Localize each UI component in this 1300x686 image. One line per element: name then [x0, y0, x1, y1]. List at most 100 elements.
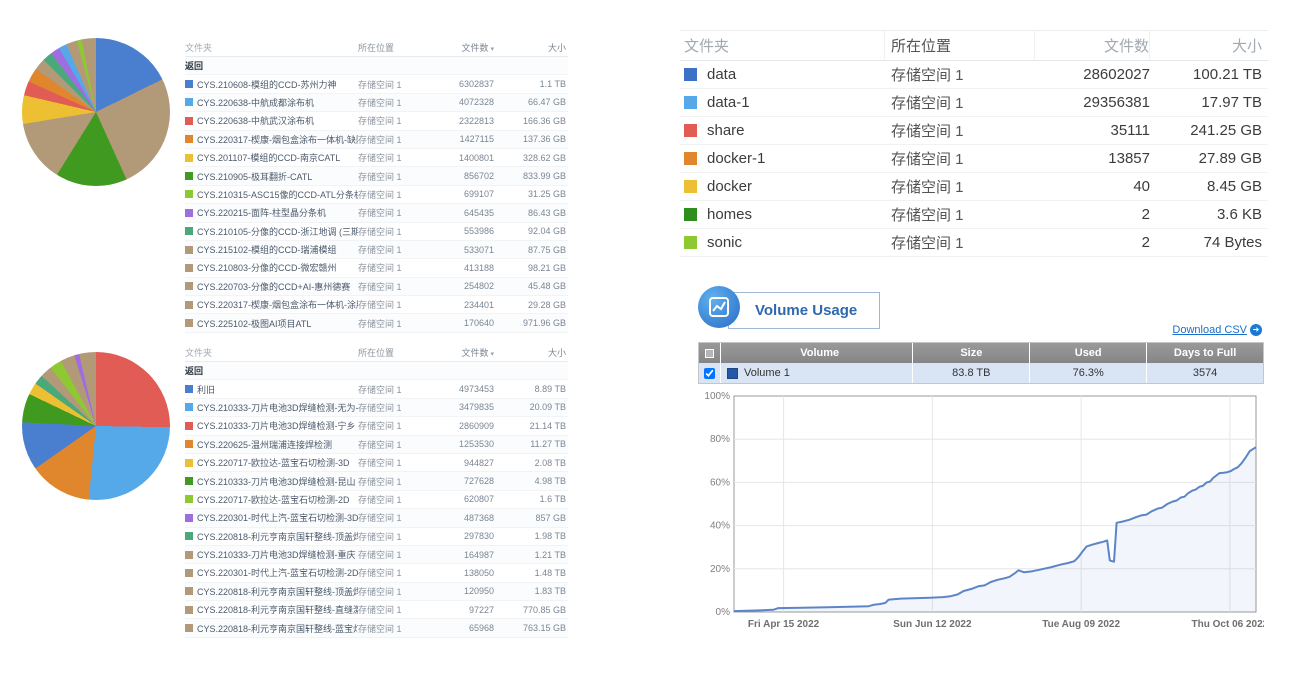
volume-used: 76.3%: [1030, 363, 1147, 383]
table-row[interactable]: CYS.210608-模组的CCD-苏州力神存储空间 163028371.1 T…: [185, 75, 568, 93]
folder-name-cell: docker: [680, 178, 885, 195]
folder-name: CYS.210105-分像的CCD-浙江地调 (三期): [197, 225, 358, 238]
col-size[interactable]: 大小: [494, 346, 568, 359]
folder-name: sonic: [707, 234, 742, 251]
table-row[interactable]: 利旧存储空间 149734538.89 TB: [185, 380, 568, 398]
folder-name-cell: CYS.210315-ASC15像的CCD-ATL分条机: [185, 188, 358, 201]
col-folder[interactable]: 文件夹: [680, 31, 885, 60]
table-row[interactable]: docker-1存储空间 11385727.89 GB: [680, 145, 1268, 173]
folder-color-swatch: [185, 624, 193, 632]
download-csv-label[interactable]: Download CSV: [1172, 324, 1247, 336]
table-row[interactable]: CYS.220818-利元亨南京国轩整线-顶盖焊-2D存储空间 11209501…: [185, 583, 568, 601]
table-row[interactable]: CYS.210105-分像的CCD-浙江地调 (三期)存储空间 15539869…: [185, 223, 568, 241]
volume-usage-title: Volume Usage: [728, 292, 880, 329]
back-row[interactable]: 返回: [185, 57, 568, 75]
folder-file-count: 40: [1035, 178, 1150, 195]
folder-name: homes: [707, 206, 752, 223]
col-location[interactable]: 所在位置: [358, 346, 430, 359]
download-icon[interactable]: ➜: [1250, 324, 1262, 336]
table-row[interactable]: CYS.220818-利元亨南京国轩整线-直缝激光焊接-...存储空间 1972…: [185, 601, 568, 619]
col-size[interactable]: 大小: [1150, 31, 1268, 60]
folder-size: 971.96 GB: [494, 318, 568, 328]
folder-size: 100.21 TB: [1150, 66, 1268, 83]
back-row[interactable]: 返回: [185, 362, 568, 380]
col-volume[interactable]: Volume: [721, 343, 913, 363]
folder-location: 存储空间 1: [358, 96, 430, 109]
col-folder[interactable]: 文件夹: [185, 41, 358, 54]
download-csv-link[interactable]: Download CSV ➜: [1172, 324, 1262, 336]
table-row[interactable]: CYS.210333-刀片电池3D焊缝检测-昆山存储空间 17276284.98…: [185, 472, 568, 490]
folder-name-cell: CYS.220818-利元亨南京国轩整线-顶盖焊-3D: [185, 530, 358, 543]
table-row[interactable]: data存储空间 128602027100.21 TB: [680, 61, 1268, 89]
folder-location: 存储空间 1: [358, 383, 430, 396]
volume-row-checkbox[interactable]: [704, 368, 715, 379]
table-row[interactable]: data-1存储空间 12935638117.97 TB: [680, 89, 1268, 117]
shared-folder-rows: data存储空间 128602027100.21 TBdata-1存储空间 12…: [680, 61, 1268, 257]
folder-name-cell: data-1: [680, 94, 885, 111]
volume-days-to-full: 3574: [1147, 363, 1263, 383]
x-tick-label: Sun Jun 12 2022: [893, 619, 972, 630]
table-row[interactable]: docker存储空间 1408.45 GB: [680, 173, 1268, 201]
col-files[interactable]: 文件数▾: [430, 346, 494, 359]
folder-size: 27.89 GB: [1150, 150, 1268, 167]
folder-name-cell: CYS.210905-极耳翻折-CATL: [185, 170, 358, 183]
table-row[interactable]: CYS.210803-分像的CCD-微宏赣州存储空间 141318898.21 …: [185, 259, 568, 277]
table-row[interactable]: CYS.220215-面阵-柱型晶分条机存储空间 164543586.43 GB: [185, 204, 568, 222]
col-used[interactable]: Used: [1030, 343, 1147, 363]
col-size[interactable]: Size: [913, 343, 1030, 363]
col-location[interactable]: 所在位置: [358, 41, 430, 54]
folder-name-cell: CYS.210608-模组的CCD-苏州力神: [185, 78, 358, 91]
folder-file-count: 297830: [430, 531, 494, 541]
col-location[interactable]: 所在位置: [885, 31, 1035, 60]
table-row[interactable]: CYS.220301-时代上汽-蓝宝石切检测-2D存储空间 11380501.4…: [185, 564, 568, 582]
table-row[interactable]: CYS.210315-ASC15像的CCD-ATL分条机存储空间 1699107…: [185, 186, 568, 204]
folder-file-count: 13857: [1035, 150, 1150, 167]
table-row[interactable]: CYS.210333-刀片电池3D焊缝检测-无为-2期存储空间 13479835…: [185, 399, 568, 417]
table-row[interactable]: share存储空间 135111241.25 GB: [680, 117, 1268, 145]
volume-usage-panel: Volume Usage Download CSV ➜ Volume Size …: [698, 286, 1264, 666]
back-label: 返回: [185, 59, 568, 72]
col-size[interactable]: 大小: [494, 41, 568, 54]
folder-name-cell: CYS.215102-模组的CCD-瑞浦模组: [185, 243, 358, 256]
col-days-to-full[interactable]: Days to Full: [1147, 343, 1263, 363]
table-row[interactable]: CYS.220818-利元亨南京国轩整线-蓝宝灯存储空间 165968763.1…: [185, 619, 568, 637]
folder-file-count: 4973453: [430, 384, 494, 394]
table-row[interactable]: CYS.220717-欧拉达-蓝宝石切检测-3D存储空间 19448272.08…: [185, 454, 568, 472]
table-row[interactable]: CYS.220301-时代上汽-蓝宝石切检测-3D存储空间 1487368857…: [185, 509, 568, 527]
table-row[interactable]: CYS.220703-分像的CCD+AI-惠州德赛存储空间 125480245.…: [185, 278, 568, 296]
table-row[interactable]: CYS.220638-中航武汉涂布机存储空间 12322813166.36 GB: [185, 112, 568, 130]
table-row[interactable]: CYS.220317-楔康-烟包盒涂布一体机-缺陷检测存储空间 11427115…: [185, 131, 568, 149]
volume-table-row[interactable]: Volume 1 83.8 TB 76.3% 3574: [699, 363, 1263, 383]
table-row[interactable]: CYS.201107-模组的CCD-南京CATL存储空间 11400801328…: [185, 149, 568, 167]
folder-file-count: 2: [1035, 234, 1150, 251]
table-row[interactable]: CYS.215102-模组的CCD-瑞浦模组存储空间 153307187.75 …: [185, 241, 568, 259]
folder-size: 20.09 TB: [494, 402, 568, 412]
col-folder[interactable]: 文件夹: [185, 346, 358, 359]
checkbox-icon: [705, 349, 714, 358]
col-files[interactable]: 文件数: [1035, 31, 1150, 60]
folder-table-top: 文件夹所在位置文件数▾大小返回 CYS.210608-模组的CCD-苏州力神存储空…: [185, 38, 568, 333]
folder-file-count: 65968: [430, 623, 494, 633]
table-row[interactable]: CYS.210333-刀片电池3D焊缝检测-宁乡存储空间 1286090921.…: [185, 417, 568, 435]
folder-pie-chart-bottom[interactable]: [22, 352, 170, 500]
folder-pie-chart-top[interactable]: [22, 38, 170, 186]
table-row[interactable]: CYS.210905-极耳翻折-CATL存储空间 1856702833.99 G…: [185, 167, 568, 185]
table-row[interactable]: CYS.220818-利元亨南京国轩整线-顶盖焊-3D存储空间 12978301…: [185, 528, 568, 546]
table-row[interactable]: CYS.220625-温州瑞浦连接焊检测存储空间 1125353011.27 T…: [185, 436, 568, 454]
usage-line-chart[interactable]: 0%20%40%60%80%100%Fri Apr 15 2022Sun Jun…: [698, 388, 1264, 646]
folder-color-swatch: [185, 264, 193, 272]
folder-name: CYS.220215-面阵-柱型晶分条机: [197, 206, 326, 219]
table-row[interactable]: CYS.225102-极图AI项目ATL存储空间 1170640971.96 G…: [185, 314, 568, 332]
folder-name-cell: CYS.210803-分像的CCD-微宏赣州: [185, 261, 358, 274]
table-row[interactable]: CYS.210333-刀片电池3D焊缝检测-重庆存储空间 11649871.21…: [185, 546, 568, 564]
col-files[interactable]: 文件数▾: [430, 41, 494, 54]
folder-location: 存储空间 1: [358, 401, 430, 414]
table-row[interactable]: CYS.220317-楔康-烟包盒涂布一体机-涂胶存储空间 123440129.…: [185, 296, 568, 314]
table-row[interactable]: CYS.220717-欧拉达-蓝宝石切检测-2D存储空间 16208071.6 …: [185, 491, 568, 509]
table-row[interactable]: sonic存储空间 1274 Bytes: [680, 229, 1268, 257]
select-all-checkbox[interactable]: [699, 343, 721, 363]
table-row[interactable]: homes存储空间 123.6 KB: [680, 201, 1268, 229]
folder-location: 存储空间 1: [358, 511, 430, 524]
folder-file-count: 727628: [430, 476, 494, 486]
table-row[interactable]: CYS.220638-中航成都涂布机存储空间 1407232866.47 GB: [185, 94, 568, 112]
